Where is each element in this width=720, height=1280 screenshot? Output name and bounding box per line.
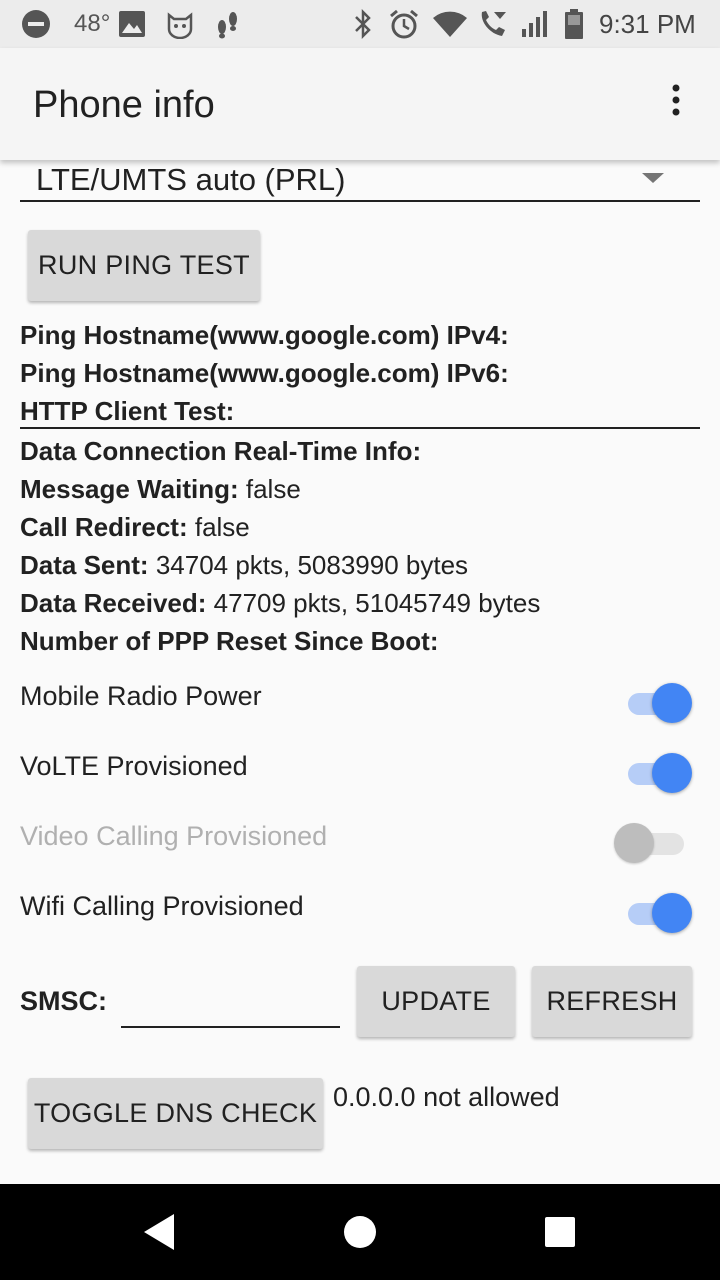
wifi-calling-provisioned-switch[interactable] xyxy=(620,891,696,933)
ping-ipv4-label-text: Ping Hostname(www.google.com) IPv4: xyxy=(20,320,509,350)
volte-provisioned-switch[interactable] xyxy=(620,751,696,793)
bluetooth-icon xyxy=(352,0,374,48)
video-calling-provisioned-label: Video Calling Provisioned xyxy=(20,821,328,851)
app-bar: Phone info xyxy=(0,48,720,160)
data-connection-label: Data Connection Real-Time Info: xyxy=(20,436,421,467)
mobile-radio-power-switch[interactable] xyxy=(620,681,696,723)
wifi-icon xyxy=(432,0,468,48)
call-redirect-row: Call Redirect: false xyxy=(20,512,250,543)
home-icon[interactable] xyxy=(336,1208,384,1256)
toggle-dns-check-button[interactable]: TOGGLE DNS CHECK xyxy=(28,1078,323,1149)
volte-provisioned-row[interactable]: VoLTE Provisioned xyxy=(0,737,720,807)
refresh-button[interactable]: REFRESH xyxy=(532,966,692,1037)
data-received-row: Data Received: 47709 pkts, 51045749 byte… xyxy=(20,588,540,619)
switch-thumb xyxy=(652,893,692,933)
data-received-label: Data Received: xyxy=(20,588,207,618)
message-waiting-label: Message Waiting: xyxy=(20,474,239,504)
mobile-radio-power-row[interactable]: Mobile Radio Power xyxy=(0,667,720,737)
call-redirect-value: false xyxy=(194,512,250,542)
switch-thumb xyxy=(652,683,692,723)
http-client-test-label: HTTP Client Test: xyxy=(20,396,234,427)
data-sent-value: 34704 pkts, 5083990 bytes xyxy=(155,550,469,580)
ping-ipv6-label: Ping Hostname(www.google.com) IPv6: xyxy=(20,358,509,389)
wifi-calling-provisioned-label: Wifi Calling Provisioned xyxy=(20,891,304,921)
navigation-bar xyxy=(0,1184,720,1280)
dropdown-arrow-icon xyxy=(642,173,664,183)
signal-icon xyxy=(520,0,550,48)
do-not-disturb-icon xyxy=(20,0,52,48)
message-waiting-row: Message Waiting: false xyxy=(20,474,301,505)
image-icon xyxy=(118,0,146,48)
temperature-text: 48° xyxy=(74,10,111,37)
video-calling-provisioned-row: Video Calling Provisioned xyxy=(0,807,720,877)
battery-icon xyxy=(564,0,584,48)
page-title: Phone info xyxy=(33,84,215,126)
cat-icon xyxy=(165,0,195,48)
volte-provisioned-label: VoLTE Provisioned xyxy=(20,751,248,781)
data-sent-label: Data Sent: xyxy=(20,550,149,580)
smsc-input[interactable] xyxy=(121,978,340,1028)
wifi-calling-icon xyxy=(476,0,508,48)
mobile-radio-power-label: Mobile Radio Power xyxy=(20,681,262,711)
call-redirect-label: Call Redirect: xyxy=(20,512,188,542)
switch-thumb xyxy=(652,753,692,793)
status-bar: 48° 9:31 PM xyxy=(0,0,720,48)
alarm-icon xyxy=(388,0,420,48)
content-scroll[interactable]: LTE/UMTS auto (PRL) RUN PING TEST Ping H… xyxy=(0,160,720,1184)
http-client-test-label-text: HTTP Client Test: xyxy=(20,396,235,426)
run-ping-test-button[interactable]: RUN PING TEST xyxy=(28,230,260,301)
switch-thumb xyxy=(614,823,654,863)
ppp-reset-row: Number of PPP Reset Since Boot: xyxy=(20,626,439,657)
back-icon[interactable] xyxy=(136,1208,184,1256)
ping-ipv6-label-text: Ping Hostname(www.google.com) IPv6: xyxy=(20,358,509,388)
section-divider xyxy=(20,427,700,429)
update-button[interactable]: UPDATE xyxy=(357,966,515,1037)
wifi-calling-provisioned-row[interactable]: Wifi Calling Provisioned xyxy=(0,877,720,947)
status-time: 9:31 PM xyxy=(599,8,696,39)
message-waiting-value: false xyxy=(245,474,301,504)
data-received-value: 47709 pkts, 51045749 bytes xyxy=(213,588,541,618)
network-type-value: LTE/UMTS auto (PRL) xyxy=(36,162,346,197)
network-type-dropdown[interactable]: LTE/UMTS auto (PRL) xyxy=(20,160,700,202)
more-vert-icon[interactable] xyxy=(660,82,692,122)
recents-icon[interactable] xyxy=(536,1208,584,1256)
smsc-label: SMSC: xyxy=(20,986,107,1016)
footprints-icon xyxy=(215,0,241,48)
video-calling-provisioned-switch xyxy=(614,821,696,863)
ppp-reset-label: Number of PPP Reset Since Boot: xyxy=(20,626,439,656)
data-connection-label-text: Data Connection Real-Time Info: xyxy=(20,436,422,466)
data-sent-row: Data Sent: 34704 pkts, 5083990 bytes xyxy=(20,550,468,581)
ping-ipv4-label: Ping Hostname(www.google.com) IPv4: xyxy=(20,320,509,351)
dns-status-text: 0.0.0.0 not allowed xyxy=(333,1082,560,1112)
